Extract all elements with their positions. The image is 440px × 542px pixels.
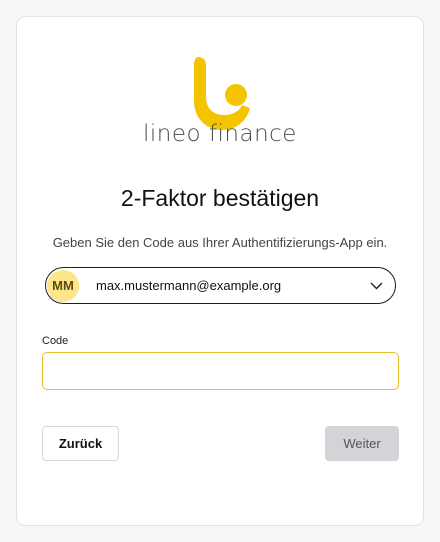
account-email: max.mustermann@example.org [96, 278, 282, 293]
avatar: MM [47, 269, 79, 302]
page-title: 2-Faktor bestätigen [120, 185, 320, 211]
page-subtitle: Geben Sie den Code aus Ihrer Authentifiz… [52, 235, 388, 250]
account-selector[interactable]: MM max.mustermann@example.org [45, 267, 396, 304]
chevron-down-icon [369, 281, 383, 291]
next-button[interactable]: Weiter [325, 426, 399, 461]
code-input[interactable] [42, 352, 399, 390]
code-label: Code [42, 335, 69, 347]
brand-name: lineo finance [143, 121, 297, 147]
back-button[interactable]: Zurück [42, 426, 119, 461]
login-card: lineo finance 2-Faktor bestätigen Geben … [16, 16, 424, 526]
